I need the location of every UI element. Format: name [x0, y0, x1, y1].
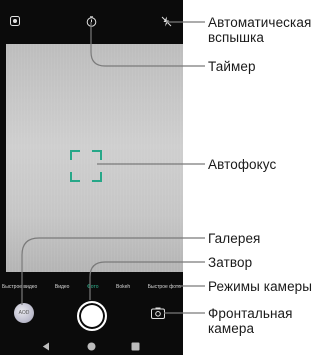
mode-bokeh[interactable]: Bokeh [116, 284, 130, 290]
shutter-button[interactable] [77, 301, 107, 331]
phone-screen: Быстрое видео Видео Фото Bokeh Быстрое ф… [0, 0, 183, 355]
focus-corner-bottom-left [70, 172, 80, 182]
mode-quick-photo[interactable]: Быстрое фото [148, 284, 181, 290]
settings-icon[interactable] [8, 14, 22, 28]
back-icon[interactable] [42, 338, 50, 356]
camera-switch-icon[interactable] [150, 306, 166, 320]
flash-auto-icon[interactable] [159, 14, 173, 28]
label-timer: Таймер [208, 59, 256, 74]
focus-corner-top-right [92, 150, 102, 160]
mode-video[interactable]: Видео [55, 284, 70, 290]
camera-modes-bar: Быстрое видео Видео Фото Bokeh Быстрое ф… [0, 280, 183, 294]
label-shutter: Затвор [208, 255, 253, 270]
viewfinder[interactable] [6, 44, 183, 272]
home-icon[interactable] [87, 338, 96, 356]
mode-quick-video[interactable]: Быстрое видео [2, 284, 37, 290]
autofocus-frame [70, 150, 102, 182]
system-nav-bar [0, 334, 183, 355]
timer-icon[interactable] [84, 14, 98, 28]
gallery-thumbnail[interactable]: AOD [14, 303, 34, 323]
recents-icon[interactable] [131, 338, 140, 356]
mode-photo[interactable]: Фото [87, 284, 99, 290]
label-auto-flash: Автоматическая вспышка [208, 15, 312, 45]
label-front-camera: Фронтальная камера [208, 306, 293, 336]
focus-corner-top-left [70, 150, 80, 160]
label-gallery: Галерея [208, 231, 261, 246]
label-camera-modes: Режимы камеры [208, 279, 313, 294]
label-autofocus: Автофокус [208, 157, 277, 172]
gallery-thumb-text: AOD [18, 310, 30, 316]
focus-corner-bottom-right [92, 172, 102, 182]
camera-top-bar [0, 0, 183, 44]
